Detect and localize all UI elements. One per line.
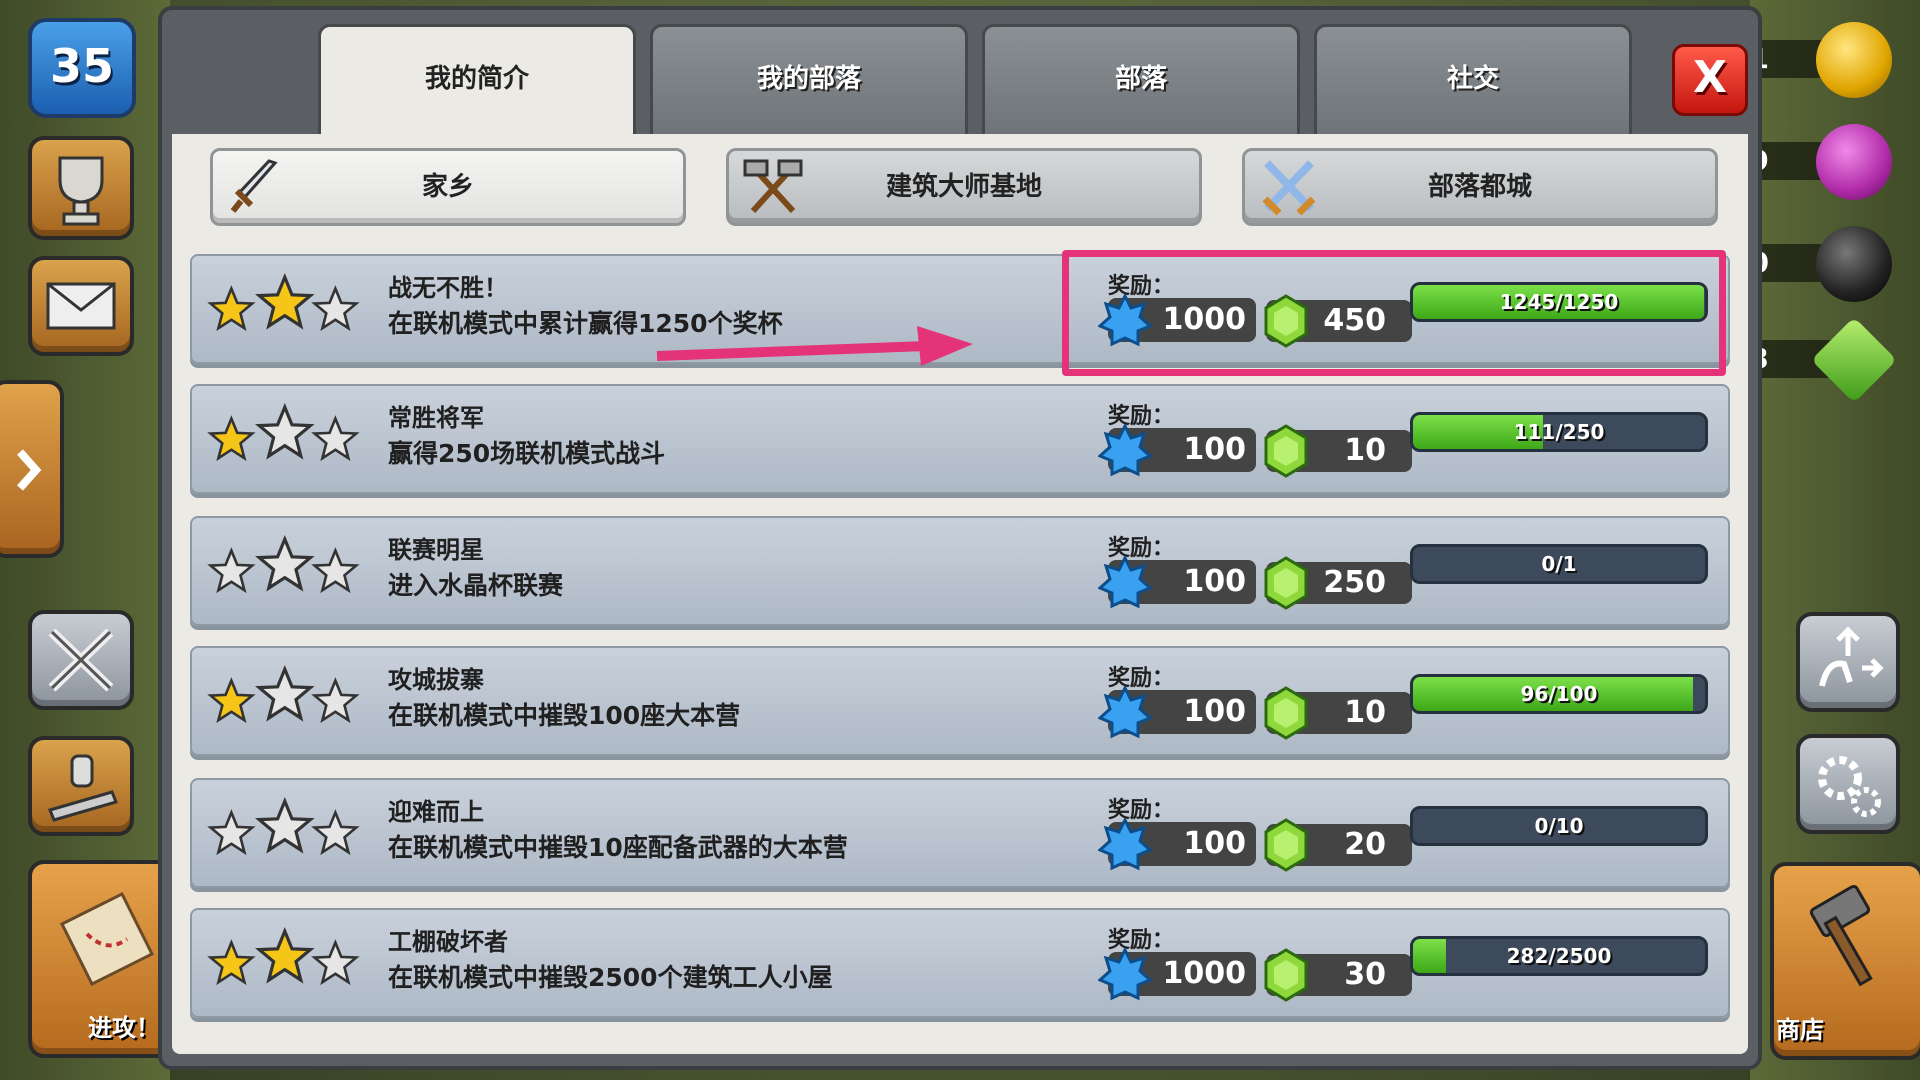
star-icon — [207, 939, 256, 986]
achievement-title: 常胜将军 — [388, 404, 484, 432]
achievement-progress-bar: 96/100 — [1410, 674, 1708, 714]
subtab-clan-capital[interactable]: 部落都城 — [1242, 148, 1718, 226]
star-icon — [254, 926, 315, 984]
achievement-title: 工棚破坏者 — [388, 928, 508, 956]
achievement-stars — [207, 402, 360, 462]
star-icon — [254, 272, 315, 330]
star-icon — [254, 402, 315, 460]
star-icon — [207, 415, 256, 462]
builder-base-button[interactable] — [28, 736, 134, 836]
crossed-swords-icon — [48, 628, 114, 692]
star-icon — [207, 547, 256, 594]
star-icon — [207, 809, 256, 856]
achievement-description: 赢得250场联机模式战斗 — [388, 439, 666, 468]
map-icon — [59, 891, 155, 987]
mail-button[interactable] — [28, 256, 134, 356]
builder-icon — [47, 754, 119, 822]
star-icon — [311, 547, 360, 594]
annotation-arrow-icon — [656, 326, 973, 366]
subtab-builder-base[interactable]: 建筑大师基地 — [726, 148, 1202, 226]
achievement-description: 进入水晶杯联赛 — [388, 571, 564, 600]
star-icon — [311, 677, 360, 724]
tab-social[interactable]: 社交 — [1314, 24, 1632, 136]
achievement-progress-bar: 0/1 — [1410, 544, 1708, 584]
subtab-builder-base-label: 建筑大师基地 — [885, 172, 1042, 202]
chevron-right-icon — [17, 449, 42, 491]
close-button[interactable]: X — [1672, 44, 1748, 116]
gold-icon — [1816, 22, 1892, 98]
achievement-row: 迎难而上 在联机模式中摧毁10座配备武器的大本营 奖励： 100 20 0/10 — [190, 778, 1730, 888]
achievement-title: 战无不胜！ — [388, 274, 508, 302]
subtab-home-village[interactable]: 家乡 — [210, 148, 686, 226]
achievement-row: 工棚破坏者 在联机模式中摧毁2500个建筑工人小屋 奖励： 1000 30 282/250… — [190, 908, 1730, 1018]
achievement-stars — [207, 926, 360, 986]
xp-star-icon — [1098, 556, 1152, 609]
achievement-stars — [207, 272, 360, 332]
xp-star-icon — [1098, 424, 1152, 477]
achievement-description: 在联机模式中摧毁2500个建筑工人小屋 — [388, 963, 833, 992]
gem-icon — [1264, 686, 1308, 740]
subtab-home-village-label: 家乡 — [421, 172, 474, 202]
tab-my-clan[interactable]: 我的部落 — [650, 24, 968, 136]
hammer-icon — [1809, 884, 1873, 987]
achievement-row: 联赛明星 进入水晶杯联赛 奖励： 100 250 0/1 — [190, 516, 1730, 626]
tab-my-profile[interactable]: 我的简介 — [318, 24, 636, 140]
gem-icon — [1264, 556, 1308, 610]
star-icon — [254, 534, 315, 592]
achievement-title: 迎难而上 — [388, 798, 484, 826]
gear-icon — [1818, 756, 1881, 817]
elixir-icon — [1816, 124, 1892, 200]
achievement-title: 攻城拔寨 — [388, 666, 484, 694]
achievement-row: 常胜将军 赢得250场联机模式战斗 奖励： 100 10 111/250 — [190, 384, 1730, 494]
achievement-stars — [207, 796, 360, 856]
move-button[interactable] — [1796, 612, 1900, 712]
trophy-button[interactable] — [28, 136, 134, 240]
achievement-stars — [207, 534, 360, 594]
xp-star-icon — [1098, 686, 1152, 739]
achievement-progress-bar: 111/250 — [1410, 412, 1708, 452]
star-icon — [254, 796, 315, 854]
achievement-description: 在联机模式中摧毁10座配备武器的大本营 — [388, 833, 848, 862]
tab-clans[interactable]: 部落 — [982, 24, 1300, 136]
star-icon — [207, 285, 256, 332]
attack-label: 进攻！ — [88, 1014, 160, 1042]
achievement-title: 联赛明星 — [388, 536, 484, 564]
gem-icon — [1264, 948, 1308, 1002]
war-button[interactable] — [28, 610, 134, 710]
achievement-stars — [207, 664, 360, 724]
reward-highlight-box — [1062, 250, 1726, 376]
shop-label: 商店 — [1776, 1016, 1824, 1044]
progress-text: 111/250 — [1513, 420, 1605, 444]
dark-elixir-icon — [1816, 226, 1892, 302]
hand-move-icon — [1819, 626, 1884, 687]
settings-button[interactable] — [1796, 734, 1900, 834]
gem-icon — [1264, 424, 1308, 478]
achievement-progress-bar: 282/2500 — [1410, 936, 1708, 976]
mail-icon — [46, 282, 116, 330]
star-icon — [311, 809, 360, 856]
subtab-clan-capital-label: 部落都城 — [1427, 172, 1532, 202]
star-icon — [207, 677, 256, 724]
star-icon — [311, 939, 360, 986]
trophy-icon — [58, 156, 104, 226]
progress-text: 96/100 — [1520, 682, 1598, 706]
xp-star-icon — [1098, 818, 1152, 871]
achievement-progress-bar: 0/10 — [1410, 806, 1708, 846]
star-icon — [254, 664, 315, 722]
progress-text: 282/2500 — [1506, 944, 1612, 968]
progress-text: 0/10 — [1534, 814, 1584, 838]
achievement-row: 攻城拔寨 在联机模式中摧毁100座大本营 奖励： 100 10 96/100 — [190, 646, 1730, 756]
progress-text: 0/1 — [1541, 552, 1577, 576]
star-icon — [311, 285, 360, 332]
achievement-description: 在联机模式中摧毁100座大本营 — [388, 701, 741, 730]
expand-side-button[interactable] — [0, 380, 64, 558]
star-icon — [311, 415, 360, 462]
gem-icon — [1264, 818, 1308, 872]
xp-star-icon — [1098, 948, 1152, 1001]
level-badge[interactable]: 35 — [28, 18, 136, 118]
